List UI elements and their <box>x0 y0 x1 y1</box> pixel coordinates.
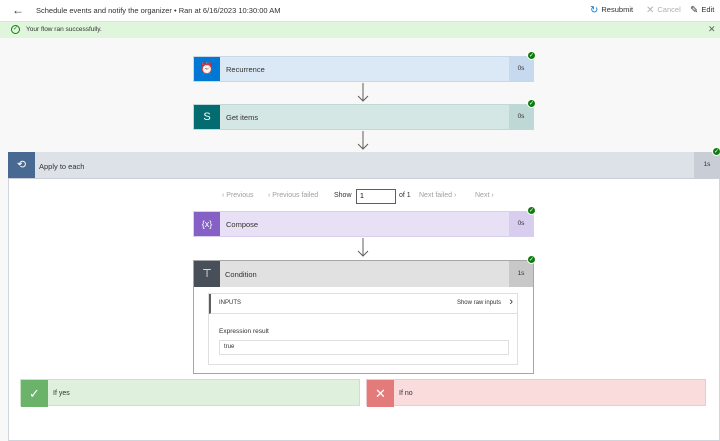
alarm-clock-icon: ⏰ <box>194 57 220 81</box>
success-check-icon: ✓ <box>527 255 536 264</box>
top-bar: ← Schedule events and notify the organiz… <box>0 0 720 22</box>
edit-button[interactable]: ✎ Edit <box>690 5 714 16</box>
condition-header[interactable]: ⊤ Condition 1s <box>194 261 533 287</box>
arrow-down-icon <box>357 83 369 102</box>
compose-icon: {x} <box>194 212 220 236</box>
step-duration: 0s <box>509 212 533 236</box>
close-icon: ✕ <box>367 380 394 407</box>
refresh-icon: ↻ <box>590 5 599 16</box>
step-compose[interactable]: {x} Compose 0s <box>193 211 534 237</box>
pencil-icon: ✎ <box>690 5 699 16</box>
checkmark-icon: ✓ <box>21 380 48 407</box>
iteration-input[interactable] <box>356 189 396 204</box>
previous-button[interactable]: ‹ Previous <box>222 192 254 199</box>
dismiss-icon[interactable]: ✕ <box>708 24 716 35</box>
success-banner: ✓ Your flow ran successfully. ✕ <box>0 22 720 38</box>
arrow-down-icon <box>357 238 369 257</box>
close-icon: ✕ <box>646 5 655 16</box>
success-check-icon: ✓ <box>527 99 536 108</box>
loop-icon: ⟲ <box>8 152 35 178</box>
show-label: Show <box>334 192 352 199</box>
show-raw-inputs-link[interactable]: Show raw inputs <box>457 300 501 306</box>
step-duration: 1s <box>509 261 533 287</box>
step-label: Recurrence <box>226 65 265 74</box>
step-duration: 0s <box>509 57 533 81</box>
step-label: Apply to each <box>39 162 85 171</box>
page-count: of 1 <box>399 192 411 199</box>
next-button[interactable]: Next › <box>475 192 494 199</box>
expression-label: Expression result <box>219 328 269 335</box>
step-get-items[interactable]: S Get items 0s <box>193 104 534 130</box>
run-title: Schedule events and notify the organizer… <box>36 6 281 15</box>
success-check-icon: ✓ <box>527 51 536 60</box>
inputs-title: INPUTS <box>219 300 242 306</box>
step-label: Get items <box>226 113 259 122</box>
step-label: Compose <box>226 220 259 229</box>
previous-failed-button[interactable]: ‹ Previous failed <box>268 192 318 199</box>
inputs-panel: INPUTS Show raw inputs › Expression resu… <box>208 293 518 365</box>
step-recurrence[interactable]: ⏰ Recurrence 0s <box>193 56 534 82</box>
iteration-pager: ‹ Previous ‹ Previous failed Show of 1 N… <box>0 189 720 205</box>
success-check-icon: ✓ <box>712 147 720 156</box>
condition-icon: ⊤ <box>194 261 220 287</box>
branch-label: If yes <box>53 390 70 397</box>
arrow-down-icon <box>357 131 369 150</box>
step-label: Condition <box>225 270 257 279</box>
step-apply-to-each[interactable]: ⟲ Apply to each 1s <box>8 152 720 179</box>
step-duration: 0s <box>509 105 533 129</box>
expression-value: true <box>219 340 509 355</box>
cancel-button[interactable]: ✕ Cancel <box>646 5 681 16</box>
resubmit-button[interactable]: ↻ Resubmit <box>590 5 633 16</box>
sharepoint-icon: S <box>194 105 220 129</box>
inputs-header[interactable]: INPUTS Show raw inputs › <box>209 294 517 314</box>
next-failed-button[interactable]: Next failed › <box>419 192 456 199</box>
success-check-icon: ✓ <box>527 206 536 215</box>
branch-label: If no <box>399 390 413 397</box>
success-message: Your flow ran successfully. <box>26 26 102 33</box>
check-circle-icon: ✓ <box>11 25 20 34</box>
branch-if-no[interactable]: ✕ If no <box>366 379 706 407</box>
back-arrow-icon[interactable]: ← <box>12 3 24 17</box>
step-condition: ⊤ Condition 1s INPUTS Show raw inputs › … <box>193 260 534 374</box>
chevron-right-icon[interactable]: › <box>509 296 513 308</box>
branch-if-yes[interactable]: ✓ If yes <box>20 379 360 407</box>
